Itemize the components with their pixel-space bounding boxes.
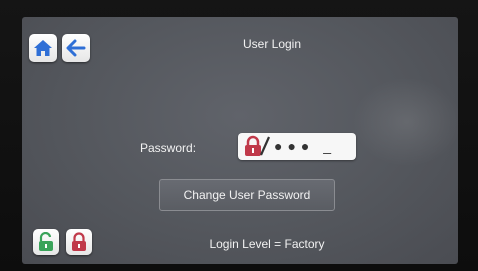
password-mask: ●●● _ (274, 138, 337, 154)
login-level-status: Login Level = Factory (209, 237, 325, 251)
password-label: Password: (140, 141, 197, 155)
screen-glare (352, 77, 458, 167)
unlock-button[interactable] (33, 229, 59, 255)
password-field[interactable]: ●●● _ (238, 133, 356, 160)
device-bezel: User Login Password: ●●● _ Change User P… (0, 0, 478, 271)
home-icon (34, 40, 52, 56)
locked-padlock-icon (72, 232, 86, 251)
password-lock-icon (242, 135, 272, 162)
back-arrow-icon (66, 39, 86, 57)
change-user-password-button[interactable]: Change User Password (159, 179, 335, 211)
unlocked-padlock-icon (39, 232, 53, 251)
touch-screen: User Login Password: ●●● _ Change User P… (22, 17, 458, 264)
home-button[interactable] (29, 34, 57, 62)
lock-button[interactable] (66, 229, 92, 255)
back-button[interactable] (62, 34, 90, 62)
page-title: User Login (242, 37, 302, 51)
